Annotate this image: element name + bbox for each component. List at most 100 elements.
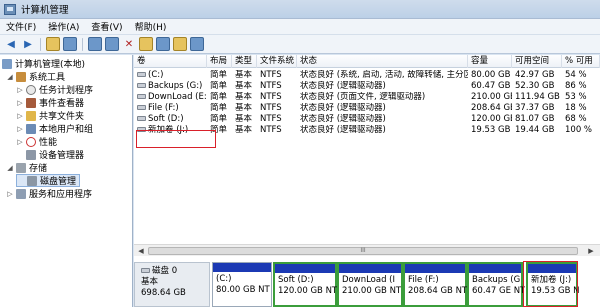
- tree-item-label: 设备管理器: [39, 151, 85, 161]
- menu-view[interactable]: 查看(V): [91, 20, 122, 33]
- settings-icon[interactable]: [190, 37, 204, 51]
- tree-item-device-manager[interactable]: 设备管理器: [16, 148, 84, 161]
- up-folder-icon[interactable]: [46, 37, 60, 51]
- tree-item-local-users-groups[interactable]: ▷ 本地用户和组: [16, 122, 93, 135]
- tree-item-event-viewer[interactable]: ▷ 事件查看器: [16, 96, 84, 109]
- partition-d[interactable]: Soft (D:) 120.00 GB NT: [273, 262, 337, 307]
- partition-bar: [213, 263, 271, 272]
- computer-management-icon: [4, 3, 16, 15]
- menu-help[interactable]: 帮助(H): [135, 20, 167, 33]
- tree-item-task-scheduler[interactable]: ▷ 任务计划程序: [16, 83, 93, 96]
- cell-status: 状态良好 (系统, 启动, 活动, 故障转储, 主分区): [300, 70, 468, 80]
- partition-bar: [339, 264, 401, 273]
- disk-size: 698.64 GB: [141, 288, 186, 298]
- tree-item-system-tools[interactable]: ◢ 系统工具: [6, 70, 65, 83]
- drive-icon: [137, 83, 146, 88]
- tree-item-shared-folders[interactable]: ▷ 共享文件夹: [16, 109, 84, 122]
- properties-icon[interactable]: [105, 37, 119, 51]
- volume-name: DownLoad (E:): [148, 92, 207, 102]
- volume-name: Backups (G:): [148, 81, 203, 91]
- partition-c[interactable]: (C:) 80.00 GB NT: [212, 262, 272, 307]
- partition-size: 120.00 GB NT: [278, 286, 338, 296]
- column-header-percent-free[interactable]: % 可用: [562, 55, 600, 68]
- disk-management-icon: [27, 175, 37, 186]
- drive-icon: [137, 94, 146, 99]
- show-hide-tree-icon[interactable]: [63, 37, 77, 51]
- cell-volume: Soft (D:): [134, 114, 207, 125]
- partition-e[interactable]: DownLoad (I 210.00 GB NT: [337, 262, 403, 307]
- column-header-status[interactable]: 状态: [297, 55, 468, 68]
- partition-name: File (F:): [408, 275, 439, 285]
- column-header-free-space[interactable]: 可用空间: [512, 55, 562, 68]
- partition-size: 210.00 GB NT: [342, 286, 402, 296]
- open-icon[interactable]: [139, 37, 153, 51]
- expand-icon[interactable]: ▷: [16, 138, 24, 146]
- expand-icon[interactable]: ▷: [16, 125, 24, 133]
- performance-icon: [26, 136, 36, 147]
- tree-item-label: 共享文件夹: [39, 112, 85, 122]
- new-volume-partition-highlight-box: [523, 261, 578, 307]
- partition-name: (C:): [216, 274, 232, 284]
- tree-item-storage[interactable]: ◢ 存储: [6, 161, 47, 174]
- delete-icon[interactable]: ✕: [122, 37, 136, 51]
- new-volume-highlight-box: [136, 130, 216, 148]
- scroll-left-icon[interactable]: ◀: [136, 246, 146, 256]
- computer-icon: [2, 58, 12, 69]
- tree-item-label: 系统工具: [29, 73, 66, 83]
- cell-percent-free: 54 %: [565, 70, 587, 80]
- cell-layout: 简单: [210, 92, 228, 102]
- table-row[interactable]: Soft (D:) 简单 基本 NTFS 状态良好 (逻辑驱动器) 120.00…: [134, 114, 600, 125]
- cell-layout: 简单: [210, 103, 228, 113]
- search-icon[interactable]: [156, 37, 170, 51]
- scroll-thumb[interactable]: III: [148, 247, 578, 255]
- disk-0-label[interactable]: 磁盘 0 基本 698.64 GB: [134, 262, 210, 307]
- services-icon: [16, 188, 26, 199]
- cell-capacity: 208.64 GB: [471, 103, 512, 113]
- column-header-layout[interactable]: 布局: [207, 55, 232, 68]
- tree-item-performance[interactable]: ▷ 性能: [16, 135, 57, 148]
- expand-icon[interactable]: ▷: [16, 99, 24, 107]
- cell-layout: 简单: [210, 81, 228, 91]
- expand-icon[interactable]: ▷: [16, 112, 24, 120]
- cell-layout: 简单: [210, 70, 228, 80]
- tree-item-disk-management[interactable]: 磁盘管理: [16, 174, 80, 187]
- cell-percent-free: 100 %: [565, 125, 593, 135]
- partition-g[interactable]: Backups (G 60.47 GE NT: [467, 262, 525, 307]
- partition-f[interactable]: File (F:) 208.64 GB NTI: [403, 262, 470, 307]
- cell-volume: Backups (G:): [134, 81, 207, 92]
- cell-capacity: 60.47 GB: [471, 81, 511, 91]
- column-header-volume[interactable]: 卷: [134, 55, 207, 68]
- scroll-right-icon[interactable]: ▶: [586, 246, 596, 256]
- disk-icon: [141, 268, 150, 273]
- expand-icon[interactable]: ▷: [6, 190, 14, 198]
- table-row[interactable]: DownLoad (E:) 简单 基本 NTFS 状态良好 (页面文件, 逻辑驱…: [134, 92, 600, 103]
- tree-item-computer-management[interactable]: 计算机管理(本地): [2, 57, 85, 70]
- refresh-icon[interactable]: [173, 37, 187, 51]
- cell-filesystem: NTFS: [260, 103, 282, 113]
- column-header-filesystem[interactable]: 文件系统: [257, 55, 297, 68]
- cell-capacity: 210.00 GB: [471, 92, 512, 102]
- cell-free-space: 42.97 GB: [515, 70, 555, 80]
- collapse-icon[interactable]: ◢: [6, 164, 14, 172]
- toolbar-separator: [82, 37, 83, 51]
- partition-name: Backups (G: [472, 275, 521, 285]
- expand-icon[interactable]: ▷: [16, 86, 24, 94]
- column-header-type[interactable]: 类型: [232, 55, 257, 68]
- partition-info: File (F:) 208.64 GB NTI: [408, 275, 470, 297]
- table-row[interactable]: File (F:) 简单 基本 NTFS 状态良好 (逻辑驱动器) 208.64…: [134, 103, 600, 114]
- partition-info: DownLoad (I 210.00 GB NT: [342, 275, 401, 297]
- help-icon[interactable]: [88, 37, 102, 51]
- cell-percent-free: 68 %: [565, 114, 587, 124]
- back-icon[interactable]: ◀: [4, 37, 18, 51]
- tree-item-services-applications[interactable]: ▷ 服务和应用程序: [6, 187, 92, 200]
- column-header-capacity[interactable]: 容量: [468, 55, 512, 68]
- menu-file[interactable]: 文件(F): [6, 20, 36, 33]
- horizontal-scrollbar[interactable]: ◀ III ▶: [134, 244, 600, 256]
- forward-icon[interactable]: ▶: [21, 37, 35, 51]
- menu-action[interactable]: 操作(A): [48, 20, 79, 33]
- table-row[interactable]: (C:) 简单 基本 NTFS 状态良好 (系统, 启动, 活动, 故障转储, …: [134, 70, 600, 81]
- table-row[interactable]: Backups (G:) 简单 基本 NTFS 状态良好 (逻辑驱动器) 60.…: [134, 81, 600, 92]
- collapse-icon[interactable]: ◢: [6, 73, 14, 81]
- partition-bar: [405, 264, 465, 273]
- table-header: 卷 布局 类型 文件系统 状态 容量 可用空间 % 可用: [134, 55, 600, 68]
